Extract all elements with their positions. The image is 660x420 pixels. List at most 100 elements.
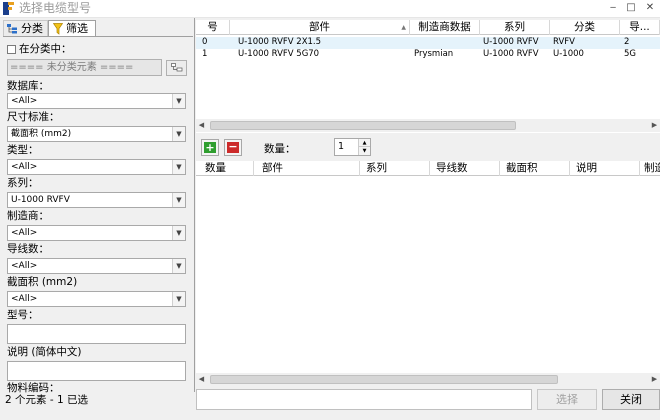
stepper-down-icon[interactable]: ▼ [358,147,370,155]
cross-section-label: 截面积 (mm2) [7,276,78,288]
results-hscrollbar[interactable]: ◀ ▶ [196,119,660,132]
size-standard-select[interactable]: 截面积 (mm2) ▼ [7,126,186,142]
plus-icon: + [204,141,216,154]
col-header-cross-section[interactable]: 截面积 [500,161,570,176]
manufacturer-value: <All> [11,228,38,238]
sort-ascending-icon: ▲ [401,24,406,31]
col-header-quantity[interactable]: 数量 [196,161,254,176]
col-header-part[interactable]: 部件 ▲ [230,20,410,35]
selection-status: 2 个元素 - 1 已选 [5,394,89,406]
col-header-description[interactable]: 说明 [570,161,640,176]
tab-category-label: 分类 [21,22,43,35]
row-cell: 0 [202,37,208,47]
description-input[interactable] [7,361,186,381]
col-header-wire-count[interactable]: 导线数 [430,161,500,176]
series-select[interactable]: U-1000 RVFV ▼ [7,192,186,208]
scroll-thumb[interactable] [210,375,558,384]
cross-section-select[interactable]: <All> ▼ [7,291,186,307]
series-label: 系列： [7,177,39,189]
series-value: U-1000 RVFV [11,195,70,205]
col-header-manufacturer-data[interactable]: 制造商数据 [410,20,480,35]
category-pick-button[interactable] [166,60,187,76]
tab-filter[interactable]: 筛选 [48,20,96,36]
table-row-0[interactable]: 0 U-1000 RVFV 2X1.5 U-1000 RVFV RVFV 2 [196,37,660,49]
in-category-checkbox[interactable] [7,45,16,54]
quantity-value: 1 [338,141,345,152]
add-button[interactable]: + [201,139,219,156]
minus-icon: − [227,140,239,153]
scroll-left-icon[interactable]: ◀ [196,119,207,132]
scroll-thumb[interactable] [210,121,516,130]
chevron-down-icon: ▼ [172,193,185,207]
model-input[interactable] [7,324,186,344]
col-header-series[interactable]: 系列 [360,161,430,176]
col-header-conductors[interactable]: 导... [620,20,660,35]
row-cell: U-1000 RVFV [483,37,539,47]
database-select[interactable]: <All> ▼ [7,93,186,109]
minimize-button[interactable]: ‒ [605,1,621,15]
in-category-label: 在分类中： [19,43,72,55]
tree-picker-icon [171,63,183,72]
tab-category[interactable]: 分类 [3,20,48,36]
model-label: 型号： [7,309,39,321]
select-button[interactable]: 选择 [537,389,597,410]
filter-panel: 分类 筛选 在分类中： ==== 未分类元素 ==== 数据库： <All> ▼ … [0,18,193,420]
chevron-down-icon: ▼ [172,292,185,306]
tab-filter-label: 筛选 [66,22,88,35]
col-header-manufacturer[interactable]: 制造 [640,161,660,176]
row-cell: 5G [624,49,636,59]
tree-icon [7,24,17,34]
row-cell: Prysmian [414,49,454,59]
title-bar: 选择电缆型号 ‒ □ ✕ [0,0,660,18]
wire-count-label: 导线数： [7,243,49,255]
tab-divider [3,36,193,37]
window-title: 选择电缆型号 [19,1,92,15]
type-label: 类型： [7,144,39,156]
col-header-part-label: 部件 [309,21,330,33]
chevron-down-icon: ▼ [172,94,185,108]
results-header: 号 部件 ▲ 制造商数据 系列 分类 导... [196,20,660,35]
chevron-down-icon: ▼ [172,160,185,174]
table-row-1[interactable]: 1 U-1000 RVFV 5G70 Prysmian U-1000 RVFV … [196,49,660,61]
close-window-button[interactable]: ✕ [642,1,658,15]
panel-divider [194,18,195,392]
row-cell: 2 [624,37,630,47]
results-grid: 号 部件 ▲ 制造商数据 系列 分类 导... 0 U-1000 RVFV 2X1… [196,20,660,133]
col-header-series[interactable]: 系列 [480,20,550,35]
selected-parts-hscrollbar[interactable]: ◀ ▶ [196,373,660,386]
selected-parts-header: 数量 部件 系列 导线数 截面积 说明 制造 [196,161,660,176]
remove-button[interactable]: − [224,139,242,156]
col-header-category[interactable]: 分类 [550,20,620,35]
funnel-icon [53,23,63,35]
size-standard-value: 截面积 (mm2) [11,129,72,139]
maximize-button[interactable]: □ [623,1,639,15]
stepper-up-icon[interactable]: ▲ [358,139,370,147]
col-header-number[interactable]: 号 [196,20,230,35]
type-value: <All> [11,162,38,172]
quantity-stepper[interactable]: 1 ▲ ▼ [334,138,371,156]
app-logo-icon [3,2,14,15]
message-field [196,389,532,410]
database-value: <All> [11,96,38,106]
manufacturer-select[interactable]: <All> ▼ [7,225,186,241]
cross-section-value: <All> [11,294,38,304]
row-cell: 1 [202,49,208,59]
type-select[interactable]: <All> ▼ [7,159,186,175]
scroll-right-icon[interactable]: ▶ [649,119,660,132]
row-cell: RVFV [553,37,575,47]
quantity-label: 数量： [264,143,296,155]
scroll-right-icon[interactable]: ▶ [649,373,660,386]
row-cell: U-1000 RVFV [483,49,539,59]
scroll-left-icon[interactable]: ◀ [196,373,207,386]
description-label: 说明 (简体中文) [7,346,82,358]
chevron-down-icon: ▼ [172,259,185,273]
row-cell: U-1000 RVFV 2X1.5 [238,37,322,47]
manufacturer-label: 制造商： [7,210,49,222]
close-button[interactable]: 关闭 [602,389,660,410]
category-field: ==== 未分类元素 ==== [7,59,162,76]
wire-count-select[interactable]: <All> ▼ [7,258,186,274]
col-header-part[interactable]: 部件 [254,161,360,176]
wire-count-value: <All> [11,261,38,271]
database-label: 数据库： [7,80,49,92]
chevron-down-icon: ▼ [172,226,185,240]
